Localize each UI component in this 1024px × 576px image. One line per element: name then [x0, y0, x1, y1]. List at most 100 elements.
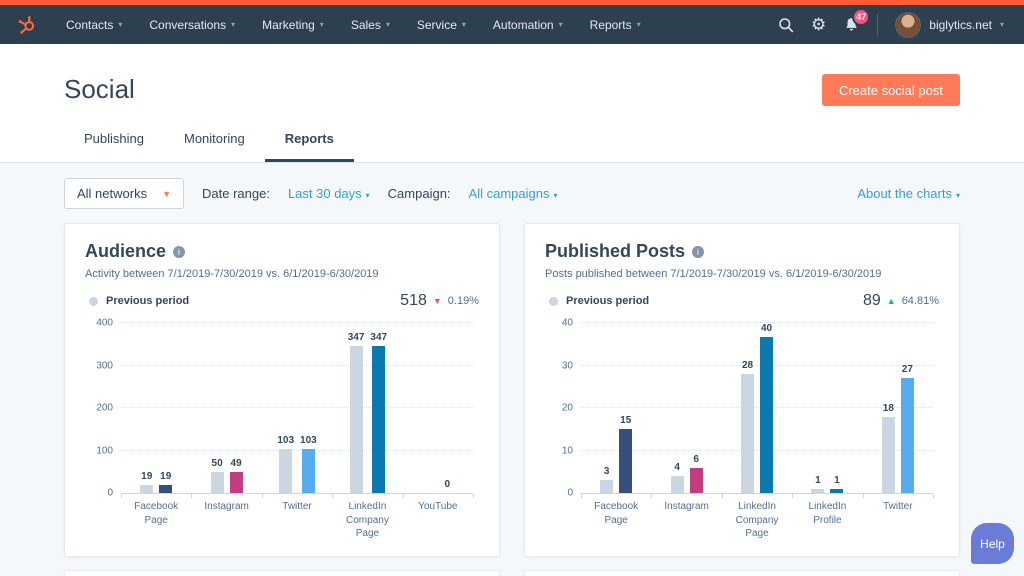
- x-axis-label: Instagram: [651, 500, 721, 541]
- bar-column: 103: [300, 324, 317, 493]
- about-the-charts-dropdown[interactable]: About the charts▾: [857, 186, 960, 201]
- x-axis-labels: Facebook PageInstagramLinkedIn Company P…: [581, 500, 933, 541]
- search-icon[interactable]: [778, 17, 794, 33]
- y-axis-tick-label: 100: [83, 445, 113, 456]
- bar-column: 1: [811, 324, 824, 493]
- bar-column: 15: [619, 324, 632, 493]
- notifications-bell-icon[interactable]: 47: [843, 16, 860, 33]
- network-selector-value: All networks: [77, 186, 147, 201]
- x-axis-label: LinkedIn Company Page: [722, 500, 792, 541]
- bar-column: 4: [671, 324, 684, 493]
- nav-item-contacts[interactable]: Contacts▾: [66, 18, 122, 32]
- bar: [211, 472, 224, 493]
- legend-row: Previous period 89 ▲ 64.81%: [545, 292, 939, 310]
- bar-value-label: 4: [674, 463, 680, 473]
- tab-reports[interactable]: Reports: [265, 131, 354, 162]
- x-axis-label: Instagram: [191, 500, 261, 541]
- audience-card: Audience i Activity between 7/1/2019-7/3…: [64, 223, 500, 557]
- stat-total: 89: [863, 292, 881, 310]
- nav-item-service[interactable]: Service▾: [417, 18, 466, 32]
- delta-direction-icon: ▼: [433, 297, 442, 306]
- date-range-label: Date range:: [202, 186, 270, 201]
- bar-group: 5049: [191, 324, 261, 493]
- bar: [760, 337, 773, 493]
- nav-right-cluster: ⚙ 47 biglytics.net ▾: [778, 12, 1004, 38]
- bar-value-label: 1: [834, 476, 840, 486]
- info-icon[interactable]: i: [173, 246, 185, 258]
- gridline: [121, 322, 473, 323]
- x-axis-tick: [581, 494, 582, 498]
- info-icon[interactable]: i: [692, 246, 704, 258]
- chevron-down-icon: ▾: [366, 191, 370, 200]
- bar-column: 347: [370, 324, 387, 493]
- x-axis-label: Facebook Page: [581, 500, 651, 541]
- bar-column: 40: [760, 324, 773, 493]
- card-subtitle: Activity between 7/1/2019-7/30/2019 vs. …: [85, 268, 479, 280]
- nav-item-reports[interactable]: Reports▾: [590, 18, 641, 32]
- bar-value-label: 0: [445, 480, 451, 490]
- interactions-card: Interactions i: [64, 570, 500, 576]
- network-selector[interactable]: All networks ▼: [64, 178, 184, 209]
- legend-label: Previous period: [106, 295, 189, 307]
- bar: [350, 346, 363, 493]
- bar-group: 28 40: [722, 324, 792, 493]
- bar: [690, 468, 703, 494]
- chevron-down-icon: ▾: [231, 20, 235, 29]
- charts-row-1: Audience i Activity between 7/1/2019-7/3…: [64, 223, 960, 557]
- x-axis-tick: [403, 494, 404, 498]
- nav-menu: Contacts▾ Conversations▾ Marketing▾ Sales▾ S…: [66, 18, 641, 32]
- notification-badge[interactable]: 47: [852, 8, 870, 26]
- bar: [811, 489, 824, 493]
- x-axis-tick: [332, 494, 333, 498]
- bar-value-label: 19: [141, 472, 152, 482]
- bar: [159, 485, 172, 493]
- nav-item-sales[interactable]: Sales▾: [351, 18, 390, 32]
- chevron-down-icon: ▾: [956, 191, 960, 200]
- bar-group: 46: [651, 324, 721, 493]
- bar-value-label: 40: [761, 324, 772, 334]
- bar-groups: 191950491031033473470: [121, 324, 473, 493]
- top-nav: Contacts▾ Conversations▾ Marketing▾ Sales▾ S…: [0, 5, 1024, 44]
- card-title: Published Posts: [545, 241, 685, 262]
- summary-stat: 518 ▼ 0.19%: [400, 292, 479, 310]
- bar-value-label: 6: [693, 455, 699, 465]
- bar-column: 19: [159, 324, 172, 493]
- x-axis-tick: [262, 494, 263, 498]
- x-axis-tick: [933, 494, 934, 498]
- card-subtitle: Posts published between 7/1/2019-7/30/20…: [545, 268, 939, 280]
- stat-total: 518: [400, 292, 427, 310]
- y-axis-tick-label: 300: [83, 360, 113, 371]
- nav-item-automation[interactable]: Automation▾: [493, 18, 563, 32]
- x-axis-tick: [121, 494, 122, 498]
- campaign-dropdown[interactable]: All campaigns▾: [469, 186, 558, 201]
- help-button[interactable]: Help: [971, 523, 1014, 564]
- account-menu[interactable]: biglytics.net ▾: [895, 12, 1004, 38]
- chevron-down-icon: ▾: [553, 191, 557, 200]
- y-axis-tick-label: 40: [543, 318, 573, 329]
- published-posts-card: Published Posts i Posts published betwee…: [524, 223, 960, 557]
- plot-area: 0100200300400191950491031033473470: [121, 324, 473, 494]
- bar-column: 28: [741, 324, 754, 493]
- previous-period-dot: [89, 297, 98, 306]
- gear-icon[interactable]: ⚙: [811, 16, 826, 33]
- bar-chart: 010203040315462840111827 Facebook PageIn…: [545, 324, 939, 541]
- x-axis-tick: [651, 494, 652, 498]
- tab-monitoring[interactable]: Monitoring: [164, 131, 265, 162]
- bar: [600, 480, 613, 493]
- bar-column: 103: [277, 324, 294, 493]
- hubspot-logo[interactable]: [16, 14, 38, 36]
- bar-chart: 0100200300400191950491031033473470 Faceb…: [85, 324, 479, 541]
- charts-row-2: Interactions i Clicks i: [64, 570, 960, 576]
- account-name: biglytics.net: [929, 18, 992, 32]
- bar-value-label: 19: [160, 472, 171, 482]
- tab-publishing[interactable]: Publishing: [64, 131, 164, 162]
- nav-item-marketing[interactable]: Marketing▾: [262, 18, 324, 32]
- create-social-post-button[interactable]: Create social post: [822, 74, 960, 106]
- page-header: Social Create social post PublishingMoni…: [0, 44, 1024, 163]
- y-axis-tick-label: 0: [543, 488, 573, 499]
- sprocket-icon: [16, 14, 38, 36]
- avatar: [895, 12, 921, 38]
- date-range-dropdown[interactable]: Last 30 days▾: [288, 186, 370, 201]
- nav-item-conversations[interactable]: Conversations▾: [149, 18, 235, 32]
- bar: [140, 485, 153, 493]
